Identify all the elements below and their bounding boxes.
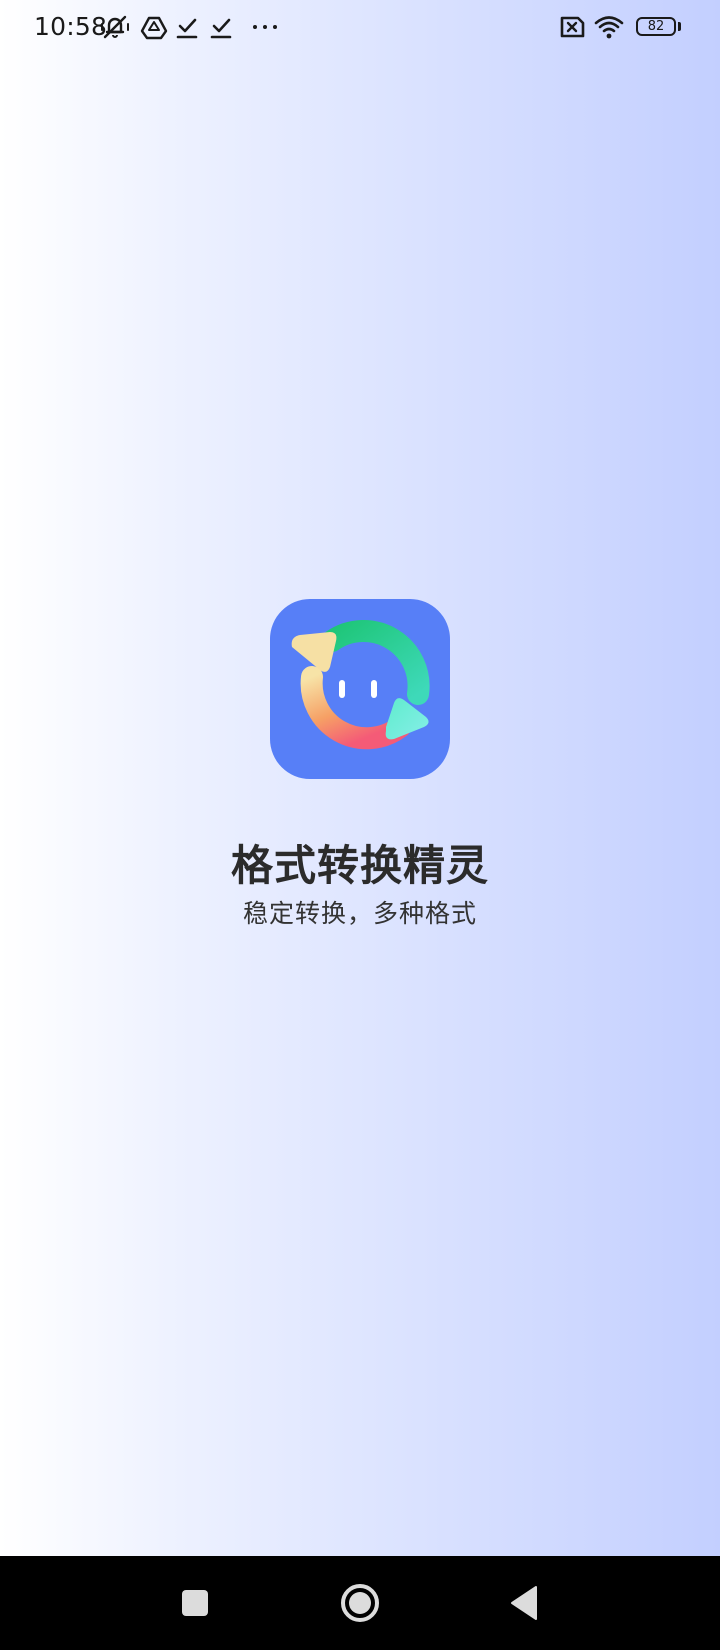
home-circle-icon[interactable] bbox=[335, 1578, 385, 1628]
drive-icon bbox=[139, 12, 169, 42]
status-time: 10:58 bbox=[34, 12, 108, 41]
back-triangle-icon[interactable] bbox=[500, 1578, 550, 1628]
download-done-icon bbox=[172, 12, 202, 42]
battery-icon: 82 bbox=[636, 17, 676, 36]
recents-square-icon[interactable] bbox=[170, 1578, 220, 1628]
status-bar: 10:58 82 bbox=[0, 0, 720, 56]
app-logo-icon bbox=[270, 599, 450, 779]
no-sim-icon bbox=[556, 12, 586, 42]
app-name-title: 格式转换精灵 bbox=[230, 841, 489, 890]
more-dots-icon bbox=[250, 12, 280, 42]
download-done-icon bbox=[206, 12, 236, 42]
battery-tip bbox=[678, 22, 681, 31]
wifi-icon bbox=[594, 12, 624, 42]
mute-vibrate-icon bbox=[100, 12, 130, 42]
app-slogan: 稳定转换，多种格式 bbox=[242, 899, 477, 928]
navigation-bar bbox=[0, 1556, 720, 1650]
